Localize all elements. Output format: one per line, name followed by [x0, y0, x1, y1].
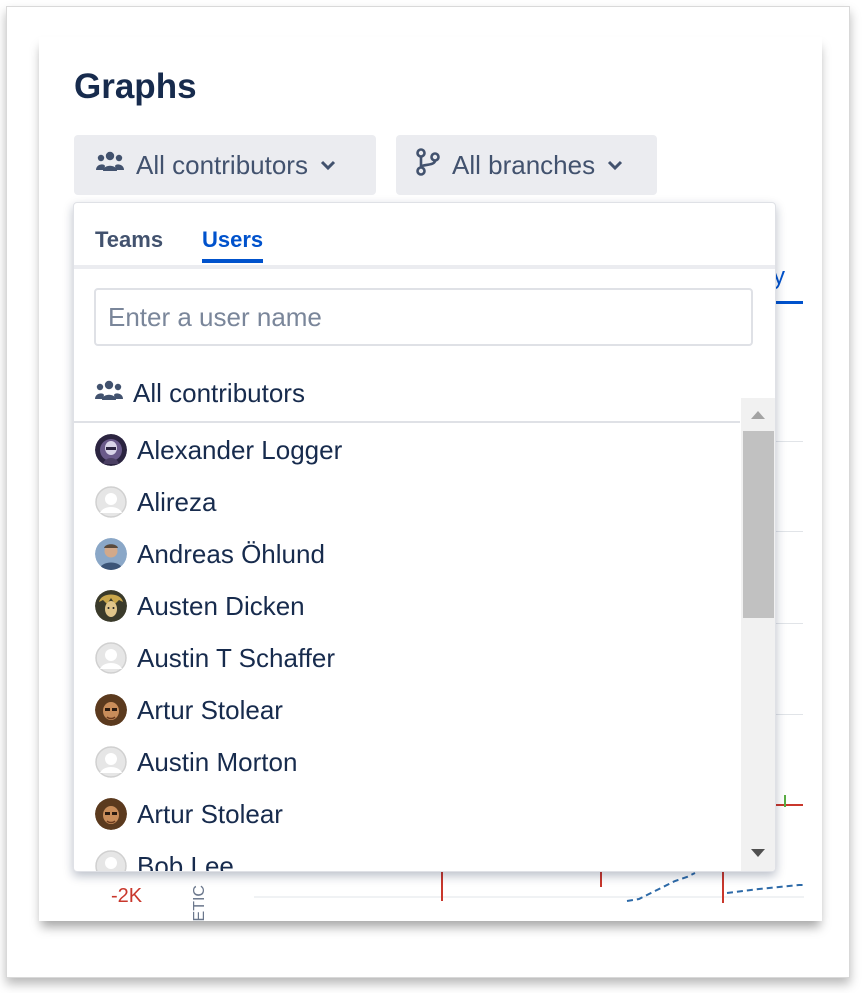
- user-list-item[interactable]: Austin T Schaffer: [74, 632, 740, 684]
- user-name: Austin Morton: [137, 746, 298, 777]
- user-list-item[interactable]: Alireza: [74, 476, 740, 528]
- user-list-item[interactable]: Artur Stolear: [74, 788, 740, 840]
- default-user-avatar-icon: [95, 850, 127, 871]
- background-gridline: [774, 714, 803, 715]
- tab-users[interactable]: Users: [202, 227, 264, 263]
- avatar: [95, 538, 127, 570]
- user-name: Artur Stolear: [137, 798, 283, 829]
- user-list-item[interactable]: Bob Lee: [74, 840, 740, 871]
- user-list-item[interactable]: Andreas Öhlund: [74, 528, 740, 580]
- chevron-down-icon: [607, 159, 623, 171]
- background-gridline: [774, 531, 803, 532]
- default-user-avatar-icon: [95, 746, 127, 778]
- contributors-filter-button[interactable]: All contributors: [74, 135, 376, 195]
- user-name: Artur Stolear: [137, 694, 283, 725]
- background-chart-line: [774, 804, 803, 806]
- user-list: Alexander Logger Alireza Andreas Öhlund …: [74, 398, 740, 871]
- background-axis-title: ETIC: [191, 885, 208, 921]
- default-user-avatar-icon: [95, 486, 127, 518]
- contributors-dropdown: Teams Users All contributors: [73, 202, 776, 872]
- scroll-down-arrow-icon[interactable]: [749, 846, 767, 864]
- scrollbar[interactable]: [741, 398, 775, 871]
- user-name: Bob Lee: [137, 850, 234, 872]
- user-name: Austin T Schaffer: [137, 642, 336, 673]
- background-tab-underline: [774, 301, 803, 304]
- scroll-up-arrow-icon[interactable]: [749, 408, 767, 426]
- background-gridline: [774, 623, 803, 624]
- user-search-input[interactable]: [94, 288, 753, 346]
- user-name: Alexander Logger: [137, 434, 343, 465]
- user-name: Alireza: [137, 486, 217, 517]
- branch-icon: [416, 147, 440, 183]
- user-list-item[interactable]: Alexander Logger: [74, 424, 740, 476]
- user-list-item[interactable]: Austen Dicken: [74, 580, 740, 632]
- branches-filter-label: All branches: [452, 149, 596, 180]
- background-axis-label: -2K: [111, 885, 143, 907]
- avatar: [95, 798, 127, 830]
- background-chart-mark: [784, 795, 786, 807]
- avatar: [95, 434, 127, 466]
- dropdown-tabs: Teams Users: [74, 203, 775, 269]
- background-gridline: [774, 441, 803, 442]
- avatar: [95, 694, 127, 726]
- default-user-avatar-icon: [95, 642, 127, 674]
- user-list-item[interactable]: Artur Stolear: [74, 684, 740, 736]
- user-name: Andreas Öhlund: [137, 538, 325, 569]
- user-name: Austen Dicken: [137, 590, 305, 621]
- user-list-item[interactable]: Austin Morton: [74, 736, 740, 788]
- page-title: Graphs: [74, 67, 197, 106]
- avatar: [95, 590, 127, 622]
- screenshot-frame: Graphs All contributors All branches y -…: [6, 6, 850, 978]
- people-group-icon: [96, 150, 124, 181]
- contributors-filter-label: All contributors: [136, 149, 308, 180]
- tab-teams[interactable]: Teams: [95, 227, 163, 259]
- graphs-card: Graphs All contributors All branches y -…: [39, 37, 822, 921]
- chevron-down-icon: [320, 159, 336, 171]
- scrollbar-thumb[interactable]: [743, 431, 774, 618]
- branches-filter-button[interactable]: All branches: [396, 135, 657, 195]
